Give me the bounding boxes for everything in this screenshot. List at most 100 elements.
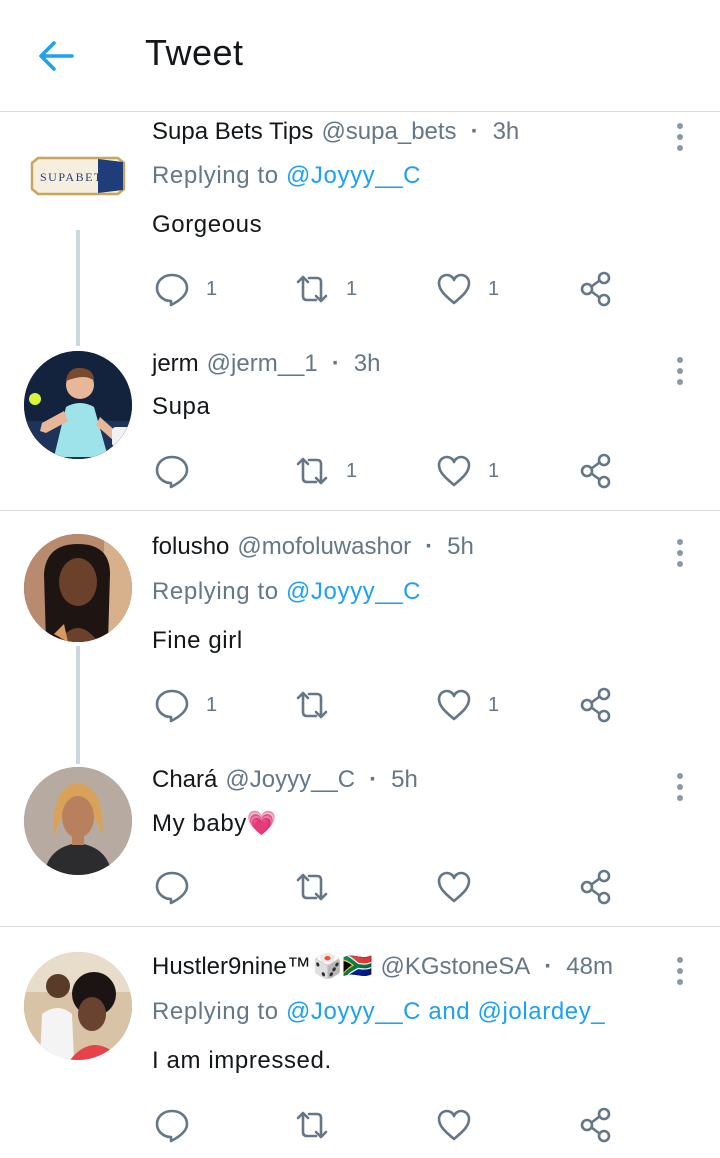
tweet-text: I am impressed.	[152, 1047, 332, 1074]
avatar[interactable]: SUPABETS	[24, 118, 132, 226]
heart-icon	[437, 273, 471, 305]
more-vertical-icon	[677, 539, 683, 567]
retweet-count: 1	[346, 277, 358, 300]
user-name[interactable]: folusho	[152, 533, 229, 561]
like-count: 1	[488, 277, 500, 300]
more-options-button[interactable]	[666, 950, 694, 990]
mention-link[interactable]: @Joyyy__C	[286, 998, 421, 1025]
heart-icon	[437, 455, 471, 487]
separator-dot: ·	[369, 766, 378, 793]
mention-link-2[interactable]: @jolardey_	[478, 998, 606, 1025]
user-handle[interactable]: @supa_bets	[321, 118, 456, 146]
tweet-header: Supa Bets Tips @supa_bets · 3h	[152, 118, 519, 146]
share-icon	[580, 1107, 611, 1143]
user-name[interactable]: jerm	[152, 350, 199, 378]
retweet-button[interactable]: 1	[292, 449, 357, 493]
tweet-text: Gorgeous	[152, 211, 263, 238]
tweet-header: Hustler9nine™ 🎲🇿🇦 @KGstoneSA · 48m	[152, 952, 613, 981]
more-options-button[interactable]	[666, 532, 694, 572]
tweet-reply[interactable]: Hustler9nine™ 🎲🇿🇦 @KGstoneSA · 48m Reply…	[0, 948, 720, 1158]
more-options-button[interactable]	[666, 116, 694, 156]
tweet-header: Chará @Joyyy__C · 5h	[152, 766, 418, 794]
thread-line	[76, 646, 80, 764]
retweet-button[interactable]	[292, 1103, 346, 1147]
separator-dot: ·	[331, 350, 340, 377]
like-button[interactable]	[434, 865, 488, 909]
like-button[interactable]: 1	[434, 449, 499, 493]
avatar[interactable]	[24, 534, 132, 642]
user-name[interactable]: Supa Bets Tips	[152, 118, 313, 146]
user-name[interactable]: Hustler9nine™	[152, 953, 311, 981]
share-icon	[580, 453, 611, 489]
user-handle[interactable]: @Joyyy__C	[225, 766, 355, 794]
tweet-header: folusho @mofoluwashor · 5h	[152, 533, 474, 561]
comment-icon	[155, 1109, 189, 1143]
tweet-actions: 1 1 1	[152, 267, 632, 311]
tweet-reply[interactable]: folusho @mofoluwashor · 5h Replying to @…	[0, 528, 720, 764]
tweet-text-content: My baby	[152, 810, 247, 837]
tweet-reply[interactable]: SUPABETS Supa Bets Tips @supa_bets · 3h …	[0, 112, 720, 346]
mention-link[interactable]: @Joyyy__C	[286, 578, 421, 605]
reply-button[interactable]: 1	[152, 267, 217, 311]
timestamp: 5h	[391, 766, 418, 793]
retweet-icon	[296, 275, 328, 303]
share-icon	[580, 687, 611, 723]
share-button[interactable]	[576, 267, 616, 311]
tweet-reply[interactable]: Chará @Joyyy__C · 5h My baby💗	[0, 762, 720, 926]
share-icon	[580, 271, 611, 307]
like-button[interactable]	[434, 1103, 488, 1147]
more-vertical-icon	[677, 123, 683, 151]
top-bar: Tweet	[0, 0, 720, 112]
timestamp: 3h	[353, 350, 381, 377]
tweet-actions: 1 1	[152, 683, 632, 727]
like-button[interactable]: 1	[434, 267, 499, 311]
more-options-button[interactable]	[666, 350, 694, 390]
reply-count: 1	[206, 693, 218, 716]
reply-button[interactable]: 1	[152, 683, 217, 727]
replying-to-label: Replying to	[152, 162, 279, 189]
reply-button[interactable]	[152, 1103, 206, 1147]
retweet-icon	[296, 457, 328, 485]
comment-icon	[155, 455, 189, 489]
user-name[interactable]: Chará	[152, 766, 217, 794]
retweet-button[interactable]	[292, 865, 346, 909]
like-button[interactable]: 1	[434, 683, 499, 727]
more-options-button[interactable]	[666, 766, 694, 806]
tweet-reply[interactable]: jerm @jerm__1 · 3h Supa 1 1	[0, 346, 720, 510]
user-handle[interactable]: @mofoluwashor	[237, 533, 411, 561]
share-button[interactable]	[576, 1103, 616, 1147]
retweet-count: 1	[346, 459, 358, 482]
heart-icon	[437, 1109, 471, 1141]
share-button[interactable]	[576, 683, 616, 727]
reply-button[interactable]	[152, 865, 206, 909]
avatar[interactable]	[24, 351, 132, 459]
reply-button[interactable]	[152, 449, 206, 493]
replying-to: Replying to @Joyyy__C	[152, 578, 421, 606]
divider	[0, 926, 720, 927]
heart-icon	[437, 871, 471, 903]
replying-to: Replying to @Joyyy__C and @jolardey_	[152, 998, 605, 1026]
user-handle[interactable]: @jerm__1	[207, 350, 318, 378]
avatar[interactable]	[24, 767, 132, 875]
replying-to-label: Replying to	[152, 578, 279, 605]
like-count: 1	[488, 459, 500, 482]
share-button[interactable]	[576, 865, 616, 909]
back-button[interactable]	[34, 36, 78, 76]
retweet-button[interactable]: 1	[292, 267, 357, 311]
user-handle[interactable]: @KGstoneSA	[381, 953, 531, 981]
share-button[interactable]	[576, 449, 616, 493]
avatar[interactable]	[24, 952, 132, 1060]
timestamp: 5h	[447, 533, 474, 560]
separator-dot: ·	[425, 533, 434, 560]
retweet-button[interactable]	[292, 683, 346, 727]
like-count: 1	[488, 693, 500, 716]
mention-link[interactable]: @Joyyy__C	[286, 162, 421, 189]
replying-to-label: Replying to	[152, 998, 279, 1025]
timestamp: 48m	[566, 952, 613, 980]
more-vertical-icon	[677, 357, 683, 385]
more-vertical-icon	[677, 773, 683, 801]
share-icon	[580, 869, 611, 905]
pink-heart-emoji: 💗	[246, 810, 278, 837]
reply-count: 1	[206, 277, 218, 300]
tweet-actions	[152, 865, 632, 909]
